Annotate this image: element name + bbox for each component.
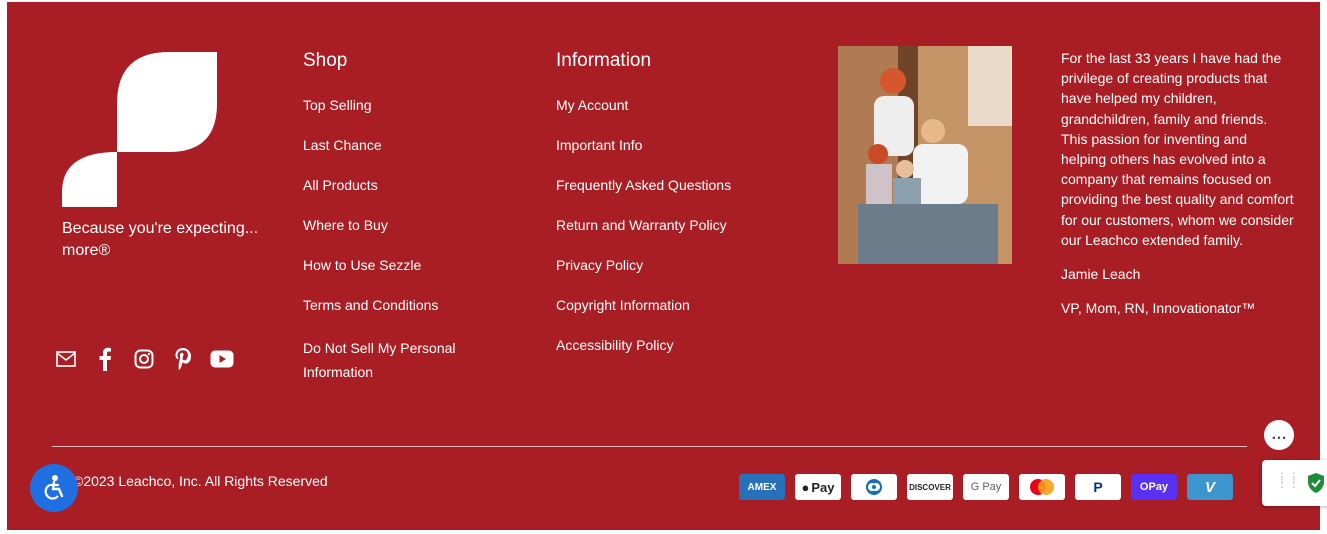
shop-link-where-to-buy[interactable]: Where to Buy — [303, 216, 513, 234]
copyright-text: ©2023 Leachco, Inc. All Rights Reserved — [73, 473, 328, 489]
shop-link-all-products[interactable]: All Products — [303, 176, 513, 194]
shop-link-do-not-sell[interactable]: Do Not Sell My Personal Information — [303, 336, 478, 384]
shop-link-top-selling[interactable]: Top Selling — [303, 96, 513, 114]
accessibility-icon — [44, 475, 64, 500]
shop-link-last-chance[interactable]: Last Chance — [303, 136, 513, 154]
bio-name: Jamie Leach — [1061, 266, 1141, 283]
discover-icon: DISCOVER — [907, 474, 953, 500]
info-link-my-account[interactable]: My Account — [556, 96, 796, 114]
info-link-privacy[interactable]: Privacy Policy — [556, 256, 796, 274]
drag-handle-icon[interactable]: ⋮⋮ ⋮⋮ — [1276, 471, 1300, 489]
apple-pay-icon: ● Pay — [795, 474, 841, 500]
founder-bio: For the last 33 years I have had the pri… — [1061, 48, 1296, 332]
info-link-accessibility[interactable]: Accessibility Policy — [556, 336, 796, 354]
footer-divider — [52, 446, 1247, 447]
brand-tagline: Because you're expecting... more® — [62, 220, 259, 259]
mastercard-icon — [1019, 474, 1065, 500]
apple-icon: ● — [801, 479, 810, 495]
info-link-copyright[interactable]: Copyright Information — [556, 296, 796, 314]
information-heading: Information — [556, 50, 652, 71]
bio-text: For the last 33 years I have had the pri… — [1061, 50, 1294, 248]
shop-heading: Shop — [303, 50, 348, 71]
shield-check-icon[interactable] — [1306, 472, 1326, 499]
google-pay-icon: G Pay — [963, 474, 1009, 500]
mail-icon[interactable] — [54, 347, 78, 371]
leachco-logo[interactable] — [62, 52, 217, 207]
info-link-return-warranty[interactable]: Return and Warranty Policy — [556, 216, 796, 234]
bio-title: VP, Mom, RN, Innovationator™ — [1061, 300, 1256, 317]
facebook-icon[interactable] — [93, 347, 117, 371]
shop-link-terms[interactable]: Terms and Conditions — [303, 296, 513, 314]
chat-more-button[interactable]: … — [1264, 420, 1294, 450]
instagram-icon[interactable] — [132, 347, 156, 371]
diners-icon — [851, 474, 897, 500]
shop-link-sezzle[interactable]: How to Use Sezzle — [303, 256, 513, 274]
payment-methods: AMEX ● Pay DISCOVER G Pay P OPay V — [739, 474, 1233, 500]
information-column: Information My Account Important Info Fr… — [556, 50, 796, 376]
side-widget[interactable]: ⋮⋮ ⋮⋮ — [1262, 460, 1327, 506]
pinterest-icon[interactable] — [171, 347, 195, 371]
opay-icon: OPay — [1131, 474, 1177, 500]
shop-column: Shop Top Selling Last Chance All Product… — [303, 50, 513, 406]
site-footer: Because you're expecting... more® Shop T… — [7, 2, 1327, 530]
paypal-icon: P — [1075, 474, 1121, 500]
amex-icon: AMEX — [739, 474, 785, 500]
family-photo — [838, 46, 1012, 264]
info-link-faq[interactable]: Frequently Asked Questions — [556, 176, 796, 194]
accessibility-button[interactable] — [30, 464, 78, 512]
info-link-important-info[interactable]: Important Info — [556, 136, 796, 154]
youtube-icon[interactable] — [210, 347, 234, 371]
social-links — [54, 347, 234, 371]
venmo-icon: V — [1187, 474, 1233, 500]
